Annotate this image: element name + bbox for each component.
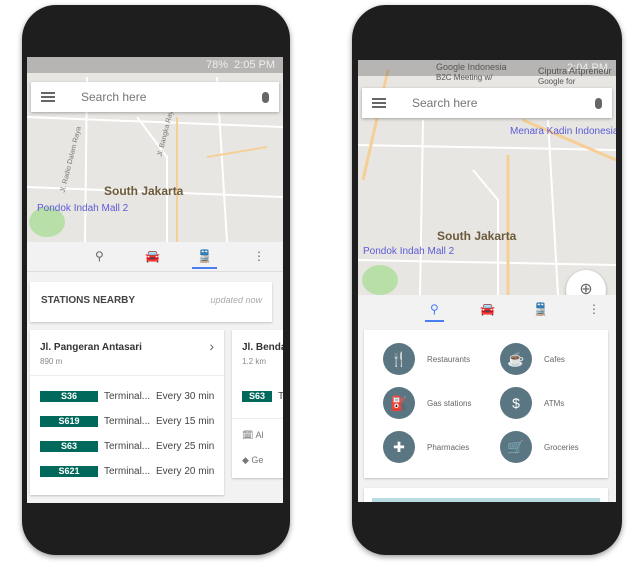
map-poi-label[interactable]: Pondok Indah Mall 2 [37,203,128,214]
pharmacy-icon: ✚ [383,431,415,463]
category-gas-stations[interactable]: ⛽ Gas stations [383,387,471,419]
station-distance: 890 m [40,357,63,366]
stations-title: STATIONS NEARBY [41,295,136,306]
tab-driving[interactable]: 🚘 [480,302,495,316]
route-freq: Every 20 min [156,466,215,477]
category-atms[interactable]: $ ATMs [500,387,564,419]
category-label: ATMs [544,398,565,408]
category-restaurants[interactable]: 🍴 Restaurants [383,343,470,375]
route-row[interactable]: S63 Terminal... Every 25 min [40,434,214,459]
category-label: Restaurants [427,354,471,364]
tab-explore[interactable]: ⚲ [425,302,444,322]
route-row[interactable]: S619 Terminal... Every 15 min [40,409,214,434]
category-label: Groceries [544,442,579,452]
category-pharmacies[interactable]: ✚ Pharmacies [383,431,469,463]
route-row[interactable]: S63 T [242,384,283,409]
route-dest: Terminal... [104,441,151,452]
route-row[interactable]: S621 Terminal... Every 20 min [40,459,214,484]
route-badge: S63 [40,441,98,452]
tab-transit[interactable]: 🚆 [533,302,548,316]
map[interactable]: 2:04 PM Google Indonesia B2C Meeting w/ … [358,60,616,295]
right-phone: 2:04 PM Google Indonesia B2C Meeting w/ … [352,5,622,555]
cafe-icon: ☕ [500,343,532,375]
status-time: 2:05 PM [234,59,275,71]
left-screen: Jl. Radio Dalam Raya Jl. Bangka Raya Sou… [27,57,283,503]
category-label: Gas stations [427,398,472,408]
route-badge: S621 [40,466,98,477]
directions-action[interactable]: ◆ Ge [242,455,263,466]
stations-header: STATIONS NEARBY updated now [30,282,272,322]
route-badge: S36 [40,391,98,402]
search-bar[interactable] [31,82,279,112]
tab-driving[interactable]: 🚘 [145,249,160,263]
route-freq: Every 15 min [156,416,215,427]
route-dest: Terminal... [104,416,151,427]
menu-icon[interactable] [372,98,386,108]
route-freq: Every 25 min [156,441,215,452]
route-dest: Terminal... [104,466,151,477]
route-dest: Terminal... [104,391,151,402]
atm-icon: $ [500,387,532,419]
all-schedules-action[interactable]: 🗓 Al [242,430,263,441]
station-name: Jl. Benda [242,342,283,353]
category-cafes[interactable]: ☕ Cafes [500,343,565,375]
updated-label: updated now [210,295,262,305]
mic-icon[interactable] [595,97,602,109]
tab-more[interactable]: ⋮ [588,302,600,316]
tab-more[interactable]: ⋮ [253,249,265,263]
restaurant-icon: 🍴 [383,343,415,375]
chevron-right-icon[interactable]: › [209,338,214,354]
categories-card: 🍴 Restaurants ☕ Cafes ⛽ Gas stations $ ATMs … [364,330,608,478]
map-area-label: South Jakarta [104,184,184,198]
route-dest: T [278,391,283,402]
left-phone: Jl. Radio Dalam Raya Jl. Bangka Raya Sou… [22,5,290,555]
map-poi-label[interactable]: Google Indonesia [436,62,507,72]
tab-explore[interactable]: ⚲ [95,249,104,263]
category-groceries[interactable]: 🛒 Groceries [500,431,579,463]
mode-tabs: ⚲ 🚘 🚆 ⋮ [27,242,283,272]
route-list: S36 Terminal... Every 30 min S619 Terminal.… [40,384,214,484]
map[interactable]: Jl. Radio Dalam Raya Jl. Bangka Raya Sou… [27,57,283,242]
next-card [364,488,608,502]
search-input[interactable] [412,96,595,110]
action-label: Ge [251,455,264,465]
map-poi-label[interactable]: Google for [538,77,575,86]
right-screen: 2:04 PM Google Indonesia B2C Meeting w/ … [358,60,616,502]
search-input[interactable] [81,90,262,104]
grocery-icon: 🛒 [500,431,532,463]
station-card[interactable]: Jl. Benda 1.2 km S63 T 🗓 Al ◆ Ge [232,330,283,478]
tab-transit[interactable]: 🚆 [192,249,217,269]
menu-icon[interactable] [41,92,55,102]
search-bar[interactable] [362,88,612,118]
route-row[interactable]: S36 Terminal... Every 30 min [40,384,214,409]
map-poi-label[interactable]: B2C Meeting w/ [436,73,492,82]
battery-level: 78% [206,59,229,71]
category-label: Cafes [544,354,565,364]
route-freq: Every 30 min [156,391,215,402]
station-distance: 1.2 km [242,357,267,366]
mic-icon[interactable] [262,91,269,103]
map-area-label: South Jakarta [437,229,517,243]
action-label: Al [255,430,264,440]
map-poi-label[interactable]: Ciputra Artpreneur [538,66,612,76]
gas-station-icon: ⛽ [383,387,415,419]
mode-tabs: ⚲ 🚘 🚆 ⋮ [358,295,616,325]
status-bar: 78% 2:05 PM [27,57,283,73]
map-poi-label[interactable]: Menara Kadin Indonesia [510,126,616,137]
route-badge: S63 [242,391,272,402]
station-name: Jl. Pangeran Antasari [40,342,142,353]
map-poi-label[interactable]: Pondok Indah Mall 2 [363,246,454,257]
station-card[interactable]: Jl. Pangeran Antasari › 890 m S36 Termina… [30,330,224,495]
category-label: Pharmacies [427,442,470,452]
route-badge: S619 [40,416,98,427]
